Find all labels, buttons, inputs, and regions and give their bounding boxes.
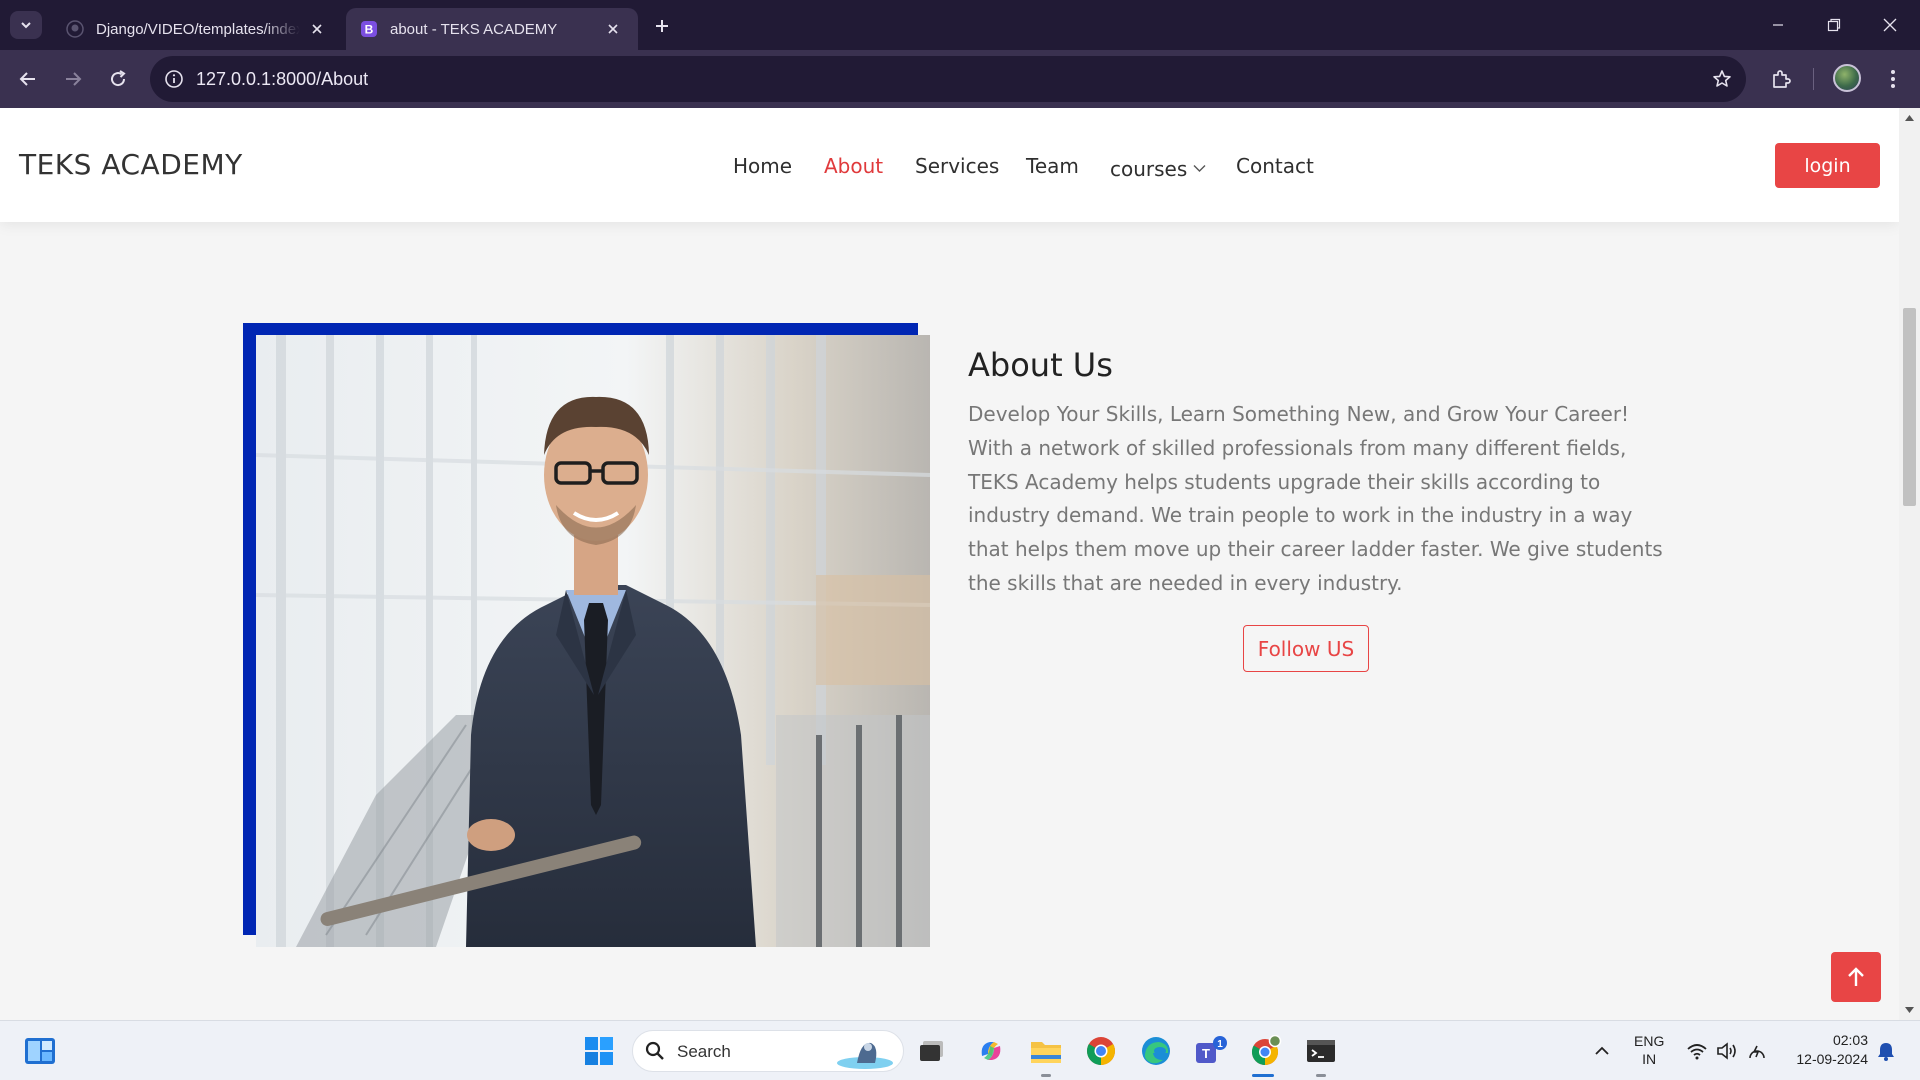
- site-header: TEKS ACADEMY Home About Services Team co…: [0, 108, 1899, 222]
- chrome-profile-icon[interactable]: [1246, 1031, 1286, 1071]
- clock-time: 02:03: [1832, 1032, 1868, 1048]
- site-logo[interactable]: TEKS ACADEMY: [19, 148, 243, 181]
- extensions-button[interactable]: [1765, 63, 1797, 95]
- tab-about-teks[interactable]: B about - TEKS ACADEMY: [346, 8, 638, 50]
- edge-icon[interactable]: [1136, 1031, 1176, 1071]
- about-description: Develop Your Skills, Learn Something New…: [968, 402, 1663, 595]
- restore-button[interactable]: [1806, 0, 1862, 50]
- nav-contact[interactable]: Contact: [1236, 154, 1314, 178]
- github-icon: [66, 20, 84, 38]
- copilot-icon[interactable]: [971, 1031, 1011, 1071]
- browser-tab-bar: Django/VIDEO/templates/index.html B abou…: [0, 0, 1920, 50]
- scroll-down-arrow-icon[interactable]: [1903, 1004, 1916, 1016]
- forward-button[interactable]: [57, 63, 89, 95]
- running-indicator: [1316, 1074, 1326, 1077]
- language-indicator[interactable]: ENG IN: [1634, 1032, 1664, 1068]
- chevron-down-icon: [1193, 154, 1206, 178]
- toolbar-divider: [1813, 68, 1814, 90]
- svg-text:1: 1: [1217, 1039, 1223, 1050]
- tab-title: Django/VIDEO/templates/index.html: [96, 20, 300, 38]
- reload-icon: [111, 70, 126, 87]
- close-icon: [1883, 18, 1897, 32]
- puzzle-icon: [1773, 70, 1791, 88]
- clock-date: 12-09-2024: [1796, 1051, 1868, 1067]
- active-app-indicator: [1252, 1074, 1274, 1077]
- battery-charging-icon[interactable]: [1737, 1031, 1777, 1071]
- nav-team[interactable]: Team: [1026, 154, 1079, 178]
- new-tab-button[interactable]: [648, 12, 676, 40]
- search-icon: [645, 1041, 665, 1066]
- browser-menu-button[interactable]: [1877, 63, 1909, 95]
- show-hidden-icons-chevron-icon[interactable]: [1582, 1031, 1622, 1071]
- widgets-icon[interactable]: [20, 1031, 60, 1071]
- back-button[interactable]: [12, 63, 44, 95]
- page-scrollbar[interactable]: [1899, 108, 1920, 1020]
- nav-services[interactable]: Services: [915, 154, 999, 178]
- bookmark-star-icon[interactable]: [1710, 67, 1734, 91]
- close-tab-icon[interactable]: [306, 18, 328, 40]
- start-windows-icon[interactable]: [579, 1031, 619, 1071]
- scroll-up-arrow-icon[interactable]: [1903, 112, 1916, 124]
- more-vertical-icon: [1891, 70, 1895, 88]
- system-clock[interactable]: 02:03 12-09-2024: [1780, 1031, 1868, 1069]
- arrow-left-icon: [19, 72, 35, 86]
- windows-taskbar: Search T1 ENG IN 02:03 12-09-2024: [0, 1020, 1920, 1080]
- search-label: Search: [677, 1042, 731, 1061]
- scrollbar-thumb[interactable]: [1903, 308, 1916, 506]
- address-bar[interactable]: 127.0.0.1:8000/About: [150, 56, 1746, 102]
- about-heading: About Us: [968, 346, 1113, 384]
- nav-courses-label: courses: [1110, 157, 1188, 181]
- close-window-button[interactable]: [1862, 0, 1918, 50]
- chrome-icon[interactable]: [1081, 1031, 1121, 1071]
- nav-home[interactable]: Home: [733, 154, 792, 178]
- minimize-icon: [1773, 24, 1783, 26]
- restore-icon: [1827, 18, 1841, 32]
- browser-toolbar: 127.0.0.1:8000/About: [0, 50, 1920, 108]
- close-tab-icon[interactable]: [602, 18, 624, 40]
- page-viewport: TEKS ACADEMY Home About Services Team co…: [0, 108, 1920, 1020]
- file-explorer-icon[interactable]: [1026, 1031, 1066, 1071]
- search-highlight-art-icon: [835, 1035, 895, 1074]
- businessman-photo: [256, 335, 930, 947]
- minimize-button[interactable]: [1750, 0, 1806, 50]
- chevron-down-icon: [21, 22, 31, 29]
- arrow-right-icon: [66, 72, 82, 86]
- plus-icon: [656, 20, 668, 32]
- site-info-icon[interactable]: [162, 67, 186, 91]
- terminal-icon[interactable]: [1301, 1031, 1341, 1071]
- login-button[interactable]: login: [1775, 143, 1880, 188]
- svg-text:T: T: [1202, 1046, 1210, 1061]
- back-to-top-button[interactable]: [1831, 952, 1881, 1002]
- svg-text:B: B: [365, 23, 374, 37]
- tab-search-button[interactable]: [10, 11, 42, 39]
- tab-title: about - TEKS ACADEMY: [390, 20, 558, 38]
- nav-about[interactable]: About: [824, 154, 883, 178]
- task-view-icon[interactable]: [912, 1031, 952, 1071]
- profile-avatar[interactable]: [1833, 64, 1861, 92]
- nav-courses-dropdown[interactable]: courses: [1110, 154, 1206, 181]
- notification-bell-icon[interactable]: [1866, 1031, 1906, 1071]
- url-text[interactable]: 127.0.0.1:8000/About: [196, 69, 368, 90]
- taskbar-search[interactable]: Search: [632, 1030, 904, 1072]
- follow-us-button[interactable]: Follow US: [1243, 625, 1369, 672]
- running-indicator: [1041, 1074, 1051, 1077]
- tab-django-template[interactable]: Django/VIDEO/templates/index.html: [52, 8, 342, 50]
- arrow-up-icon: [1848, 967, 1864, 986]
- teams-icon[interactable]: T1: [1191, 1031, 1231, 1071]
- bootstrap-icon: B: [360, 20, 378, 38]
- reload-button[interactable]: [102, 63, 134, 95]
